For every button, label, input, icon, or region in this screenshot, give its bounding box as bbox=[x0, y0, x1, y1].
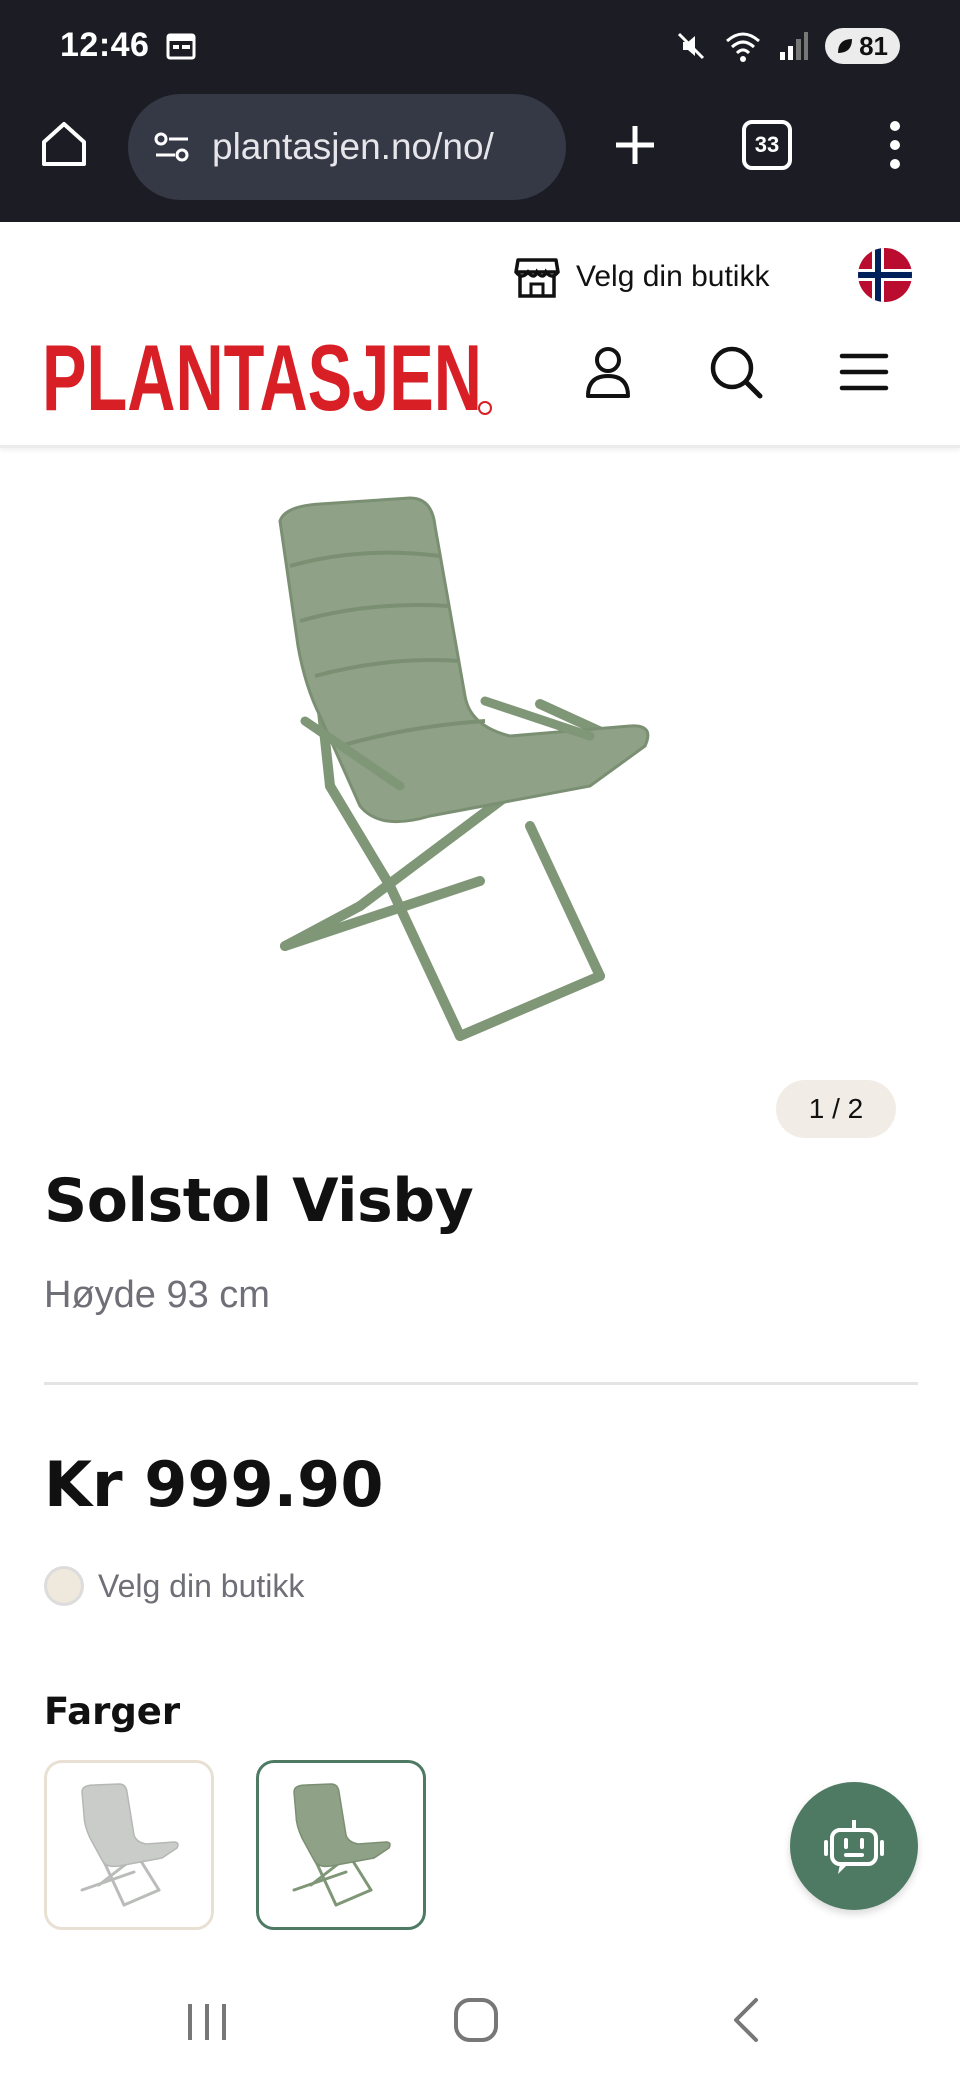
recent-apps-icon[interactable] bbox=[184, 2000, 230, 2044]
address-bar[interactable]: plantasjen.no/no/ bbox=[128, 94, 566, 200]
availability-dot bbox=[44, 1566, 84, 1606]
colors-heading: Farger bbox=[44, 1690, 181, 1733]
battery-level: 81 bbox=[859, 30, 888, 61]
home-nav-icon[interactable] bbox=[452, 1996, 500, 2044]
battery-indicator: 81 bbox=[825, 28, 900, 64]
status-time: 12:46 bbox=[60, 26, 150, 64]
site-header: Velg din butikk PLANTASJEN bbox=[0, 222, 960, 448]
status-bar: 12:46 81 bbox=[0, 0, 960, 90]
svg-text:PLANTASJEN: PLANTASJEN bbox=[42, 325, 482, 430]
url-text: plantasjen.no/no/ bbox=[212, 126, 494, 167]
calendar-icon bbox=[166, 33, 196, 60]
account-icon[interactable] bbox=[578, 342, 638, 402]
leaf-icon bbox=[838, 39, 853, 53]
plantasjen-logo[interactable]: PLANTASJEN bbox=[42, 320, 492, 436]
product-price: Kr 999.90 bbox=[44, 1448, 384, 1521]
store-selector[interactable]: Velg din butikk bbox=[514, 256, 769, 298]
store-availability[interactable]: Velg din butikk bbox=[44, 1566, 304, 1606]
divider bbox=[44, 1382, 918, 1385]
swatch-chair-image bbox=[292, 1783, 391, 1907]
signal-icon bbox=[780, 32, 809, 60]
home-icon[interactable] bbox=[36, 116, 92, 172]
swatch-chair-image bbox=[80, 1783, 179, 1907]
browser-toolbar: plantasjen.no/no/ 33 bbox=[0, 90, 960, 222]
search-icon[interactable] bbox=[706, 342, 766, 402]
store-icon bbox=[514, 258, 560, 298]
color-swatch-light-grey[interactable] bbox=[44, 1760, 214, 1930]
robot-icon bbox=[824, 1820, 884, 1874]
mute-icon bbox=[678, 32, 705, 60]
chatbot-button[interactable] bbox=[790, 1782, 918, 1910]
product-image[interactable] bbox=[260, 486, 720, 1066]
availability-label: Velg din butikk bbox=[98, 1567, 305, 1604]
hamburger-icon[interactable] bbox=[834, 342, 894, 402]
product-title: Solstol Visby bbox=[44, 1166, 474, 1236]
product-subtitle: Høyde 93 cm bbox=[44, 1274, 270, 1316]
wifi-icon bbox=[726, 32, 761, 62]
system-navigation-bar bbox=[0, 1960, 960, 2080]
color-swatch-green[interactable] bbox=[256, 1760, 426, 1930]
store-selector-label: Velg din butikk bbox=[576, 260, 770, 293]
back-icon[interactable] bbox=[728, 1996, 764, 2044]
tab-switcher-button[interactable]: 33 bbox=[742, 120, 792, 170]
image-counter: 1 / 2 bbox=[776, 1080, 896, 1138]
new-tab-icon[interactable] bbox=[608, 118, 662, 172]
more-icon[interactable] bbox=[880, 116, 910, 174]
norway-flag-icon[interactable] bbox=[858, 248, 912, 302]
site-settings-icon[interactable] bbox=[150, 125, 194, 169]
